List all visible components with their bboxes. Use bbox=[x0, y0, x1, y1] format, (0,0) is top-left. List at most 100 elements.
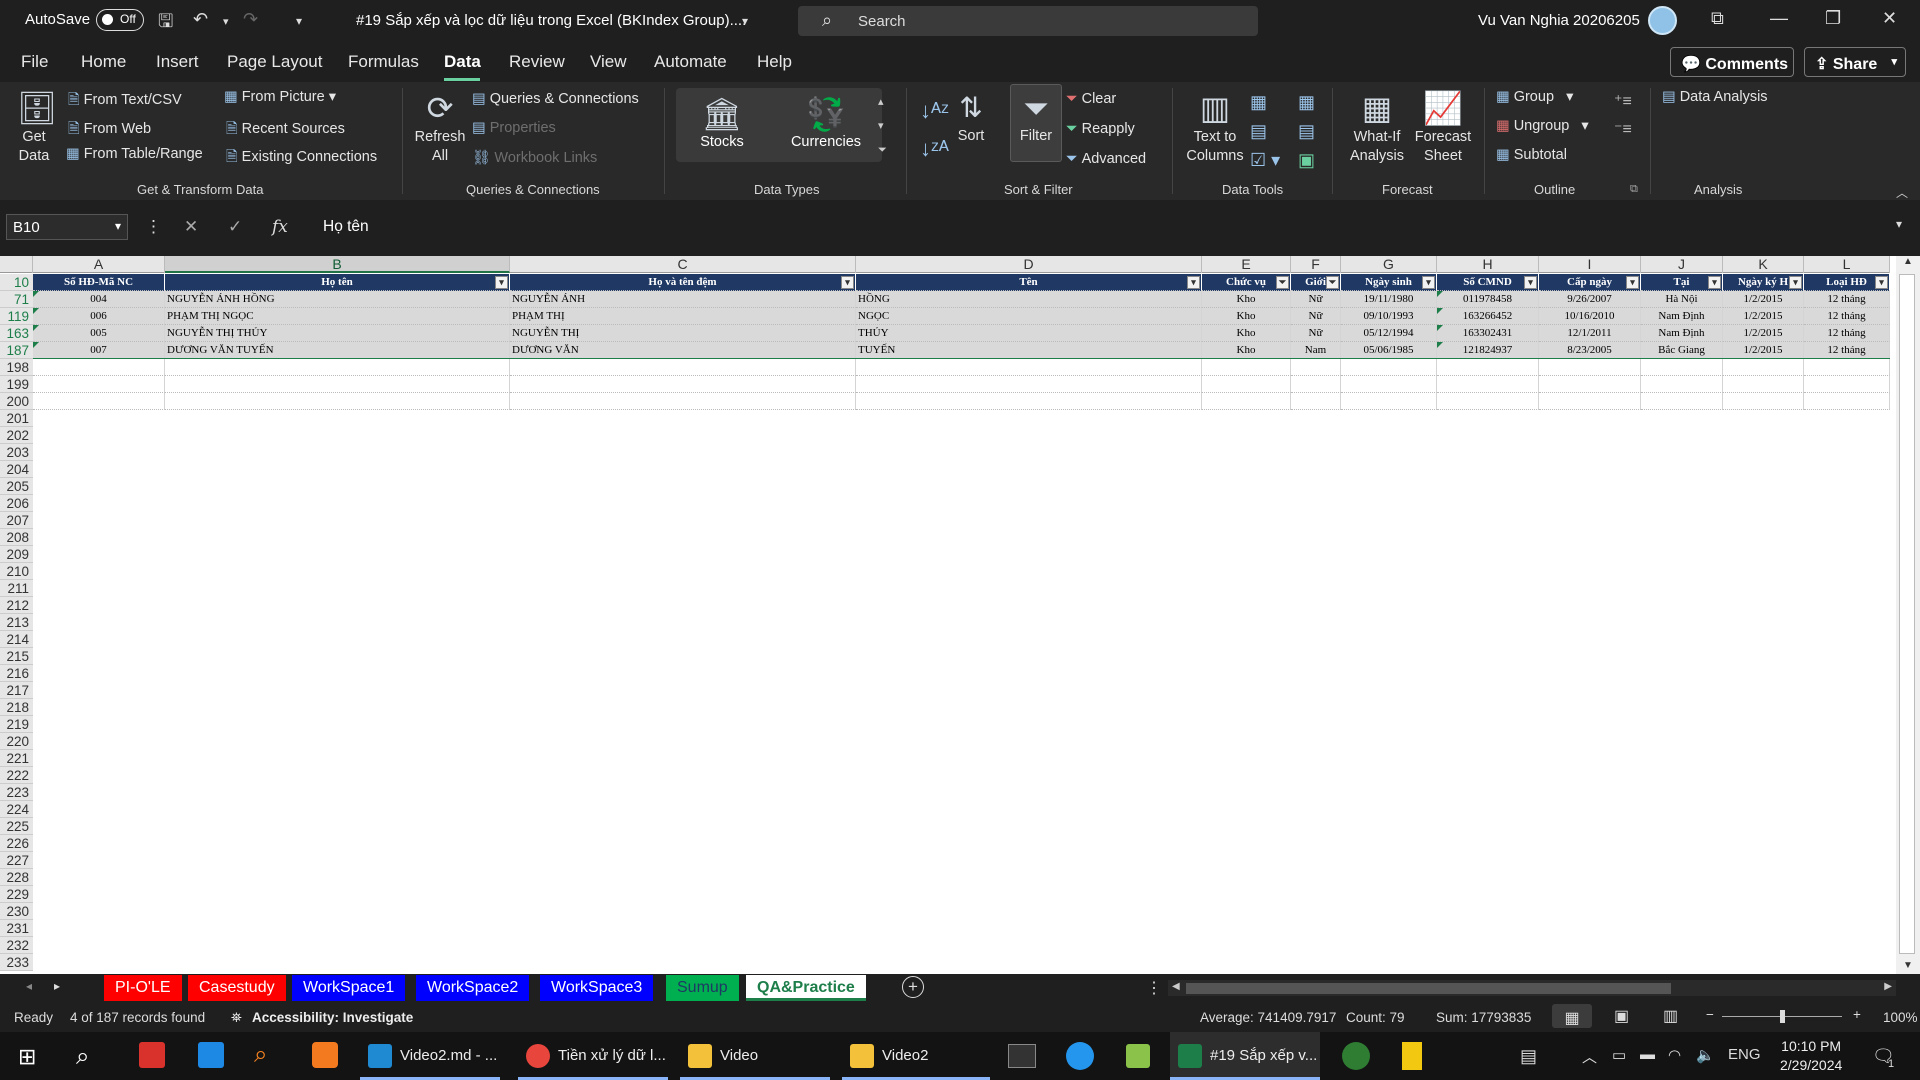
table-header-cell[interactable]: Tại ▾ bbox=[1641, 274, 1723, 291]
table-cell[interactable]: 004 bbox=[33, 291, 165, 308]
row-header[interactable]: 213 bbox=[0, 614, 33, 631]
table-cell[interactable]: 1/2/2015 bbox=[1723, 342, 1804, 359]
sort-button[interactable]: ⇅ Sort bbox=[952, 88, 990, 144]
empty-cell[interactable] bbox=[1641, 376, 1723, 393]
row-header[interactable]: 219 bbox=[0, 716, 33, 733]
row-header[interactable]: 227 bbox=[0, 852, 33, 869]
table-cell[interactable]: PHẠM THỊ bbox=[510, 308, 856, 325]
from-table-range-button[interactable]: ▦ From Table/Range bbox=[66, 146, 203, 162]
page-break-view-icon[interactable]: ▥ bbox=[1663, 1006, 1678, 1026]
empty-cell[interactable] bbox=[165, 359, 510, 376]
sum-value[interactable]: Sum: 17793835 bbox=[1436, 1010, 1531, 1025]
get-data-button[interactable]: 🗄 Get Data bbox=[14, 88, 60, 166]
hide-detail-icon[interactable]: ⁻≡ bbox=[1614, 116, 1632, 144]
empty-cell[interactable] bbox=[1291, 393, 1341, 410]
docker-icon[interactable] bbox=[1066, 1042, 1094, 1070]
scroll-up-icon[interactable]: ▲ bbox=[1903, 256, 1913, 267]
table-cell[interactable]: 05/12/1994 bbox=[1341, 325, 1437, 342]
zoom-slider-thumb[interactable] bbox=[1780, 1010, 1785, 1023]
table-cell[interactable]: 9/26/2007 bbox=[1539, 291, 1641, 308]
empty-cell[interactable] bbox=[1804, 376, 1890, 393]
empty-cell[interactable] bbox=[1341, 376, 1437, 393]
table-cell[interactable]: 8/23/2005 bbox=[1539, 342, 1641, 359]
average-value[interactable]: Average: 741409.7917 bbox=[1200, 1010, 1336, 1025]
table-cell[interactable]: Kho bbox=[1202, 325, 1291, 342]
error-indicator-icon[interactable] bbox=[1437, 308, 1443, 314]
row-header[interactable]: 230 bbox=[0, 903, 33, 920]
table-cell[interactable]: NGUYỄN ÁNH bbox=[510, 291, 856, 308]
column-header-j[interactable]: J bbox=[1641, 256, 1723, 273]
sheet-tab[interactable]: Casestudy bbox=[188, 975, 286, 1001]
empty-cell[interactable] bbox=[1539, 376, 1641, 393]
tab-file[interactable]: File bbox=[21, 52, 48, 72]
row-header[interactable]: 215 bbox=[0, 648, 33, 665]
clock[interactable]: 10:10 PM 2/29/2024 bbox=[1780, 1037, 1842, 1075]
row-header[interactable]: 207 bbox=[0, 512, 33, 529]
row-header[interactable]: 224 bbox=[0, 801, 33, 818]
empty-cell[interactable] bbox=[510, 376, 856, 393]
scroll-left-icon[interactable]: ◀ bbox=[1172, 981, 1180, 992]
accessibility-status[interactable]: Accessibility: Investigate bbox=[252, 1010, 413, 1025]
autosave-toggle[interactable]: Off bbox=[96, 9, 144, 31]
search-taskbar-icon[interactable]: ⌕ bbox=[76, 1043, 89, 1071]
table-header-cell[interactable]: Họ và tên đệm ▾ bbox=[510, 274, 856, 291]
prev-sheet-icon[interactable]: ◂ bbox=[26, 979, 32, 993]
empty-cell[interactable] bbox=[33, 376, 165, 393]
tab-data[interactable]: Data bbox=[444, 52, 481, 72]
gallery-scroll[interactable]: ▴ ▾ ⏷ bbox=[878, 90, 887, 162]
table-header-cell[interactable]: Số CMND ▾ bbox=[1437, 274, 1539, 291]
tab-help[interactable]: Help bbox=[757, 52, 792, 72]
title-dropdown-icon[interactable]: ▾ bbox=[742, 14, 748, 28]
table-cell[interactable]: 163302431 bbox=[1437, 325, 1539, 342]
save-icon[interactable]: 🖫 bbox=[158, 9, 173, 39]
filter-dropdown-icon[interactable]: ▾ bbox=[1789, 276, 1802, 289]
ribbon-display-icon[interactable]: ⧉ bbox=[1711, 8, 1724, 29]
row-header[interactable]: 208 bbox=[0, 529, 33, 546]
table-cell[interactable]: Nam Định bbox=[1641, 325, 1723, 342]
chevron-down-icon[interactable]: ▾ bbox=[878, 114, 887, 138]
table-cell[interactable]: HỒNG bbox=[856, 291, 1202, 308]
sort-a-z-icon[interactable]: ↓ᴬᶻ bbox=[920, 98, 949, 124]
table-header-cell[interactable]: Loại HĐ ▾ bbox=[1804, 274, 1890, 291]
avatar[interactable] bbox=[1648, 6, 1677, 35]
add-sheet-icon[interactable]: + bbox=[902, 976, 924, 998]
task-vscode[interactable]: Video2.md - ... bbox=[360, 1032, 500, 1080]
table-cell[interactable]: Kho bbox=[1202, 291, 1291, 308]
row-header[interactable]: 222 bbox=[0, 767, 33, 784]
worksheet-grid[interactable]: ABCDEFGHIJKL 10 Số HĐ-Mã NC Họ tên ▾ Họ và t… bbox=[0, 256, 1920, 974]
table-cell[interactable]: 19/11/1980 bbox=[1341, 291, 1437, 308]
name-box[interactable]: B10 bbox=[6, 214, 128, 240]
page-layout-view-icon[interactable]: ▣ bbox=[1614, 1006, 1629, 1026]
recent-sources-button[interactable]: 🗎 Recent Sources bbox=[226, 118, 345, 143]
empty-cell[interactable] bbox=[165, 393, 510, 410]
empty-cell[interactable] bbox=[33, 393, 165, 410]
error-indicator-icon[interactable] bbox=[33, 342, 39, 348]
empty-cell[interactable] bbox=[1437, 376, 1539, 393]
row-header[interactable]: 201 bbox=[0, 410, 33, 427]
stocks-button[interactable]: 🏛 Stocks bbox=[692, 94, 752, 150]
task-chrome[interactable]: Tiền xử lý dữ l... bbox=[518, 1032, 668, 1080]
table-cell[interactable]: Nữ bbox=[1291, 291, 1341, 308]
table-cell[interactable]: NGỌC bbox=[856, 308, 1202, 325]
outline-launcher-icon[interactable]: ⧉ bbox=[1630, 183, 1638, 196]
share-dropdown-icon[interactable]: ▾ bbox=[1891, 55, 1897, 68]
gallery-more-icon[interactable]: ⏷ bbox=[878, 138, 887, 162]
empty-cell[interactable] bbox=[165, 376, 510, 393]
close-icon[interactable]: ✕ bbox=[1882, 8, 1897, 29]
column-header-k[interactable]: K bbox=[1723, 256, 1804, 273]
row-header[interactable]: 206 bbox=[0, 495, 33, 512]
app-orange-icon[interactable] bbox=[312, 1042, 338, 1068]
tab-view[interactable]: View bbox=[590, 52, 627, 72]
row-header[interactable]: 226 bbox=[0, 835, 33, 852]
currencies-button[interactable]: 💱 Currencies bbox=[788, 94, 864, 150]
table-cell[interactable]: Kho bbox=[1202, 308, 1291, 325]
empty-cell[interactable] bbox=[1437, 359, 1539, 376]
formula-input[interactable]: Họ tên bbox=[306, 214, 1906, 240]
column-header-g[interactable]: G bbox=[1341, 256, 1437, 273]
text-to-columns-button[interactable]: ▥ Text to Columns bbox=[1186, 88, 1244, 166]
error-indicator-icon[interactable] bbox=[1437, 325, 1443, 331]
row-header[interactable]: 163 bbox=[0, 325, 33, 342]
hscroll-thumb[interactable] bbox=[1186, 983, 1671, 994]
windows-start-icon[interactable]: ⊞ bbox=[18, 1044, 36, 1070]
table-cell[interactable]: Nam bbox=[1291, 342, 1341, 359]
